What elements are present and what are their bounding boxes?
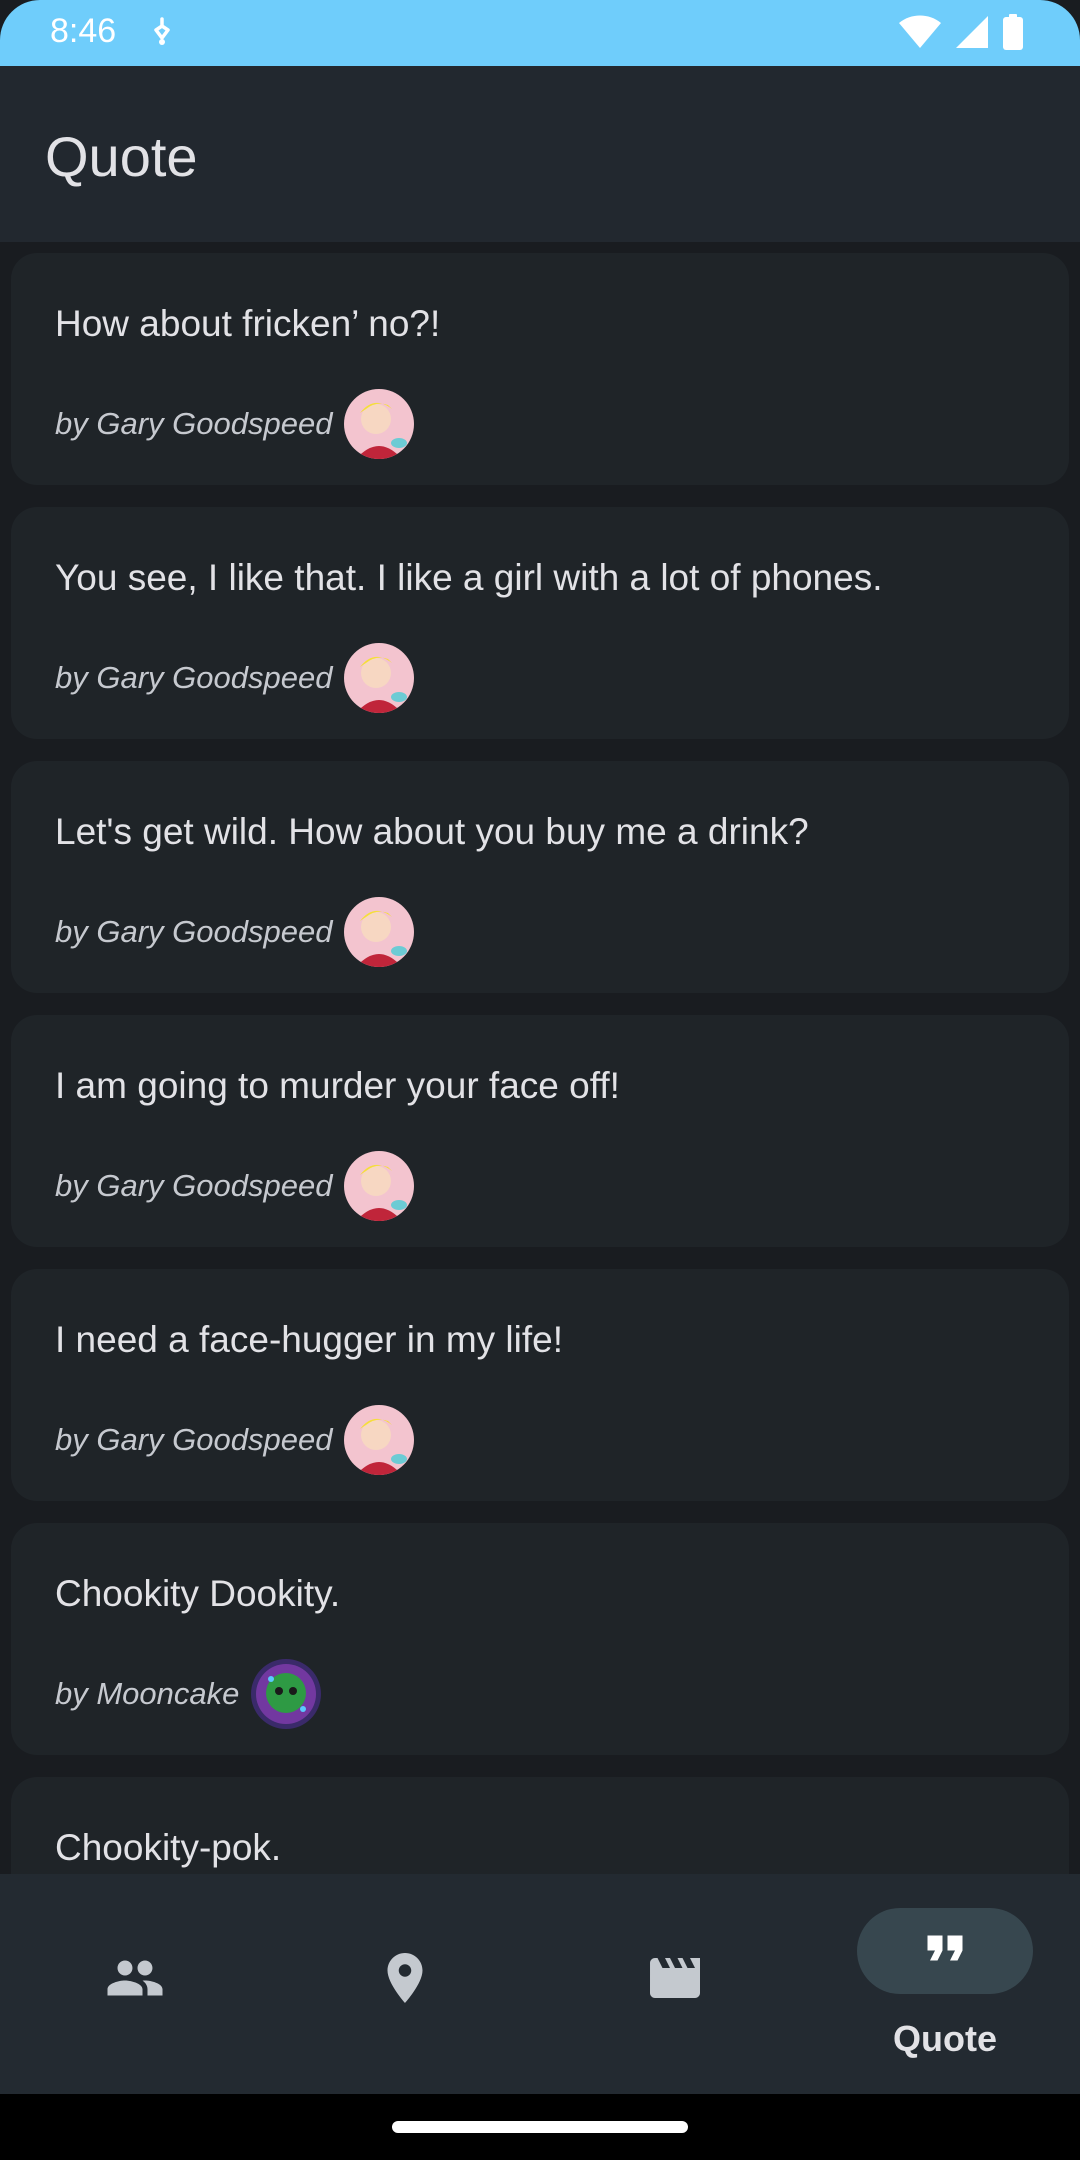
nav-item-characters[interactable] bbox=[0, 1874, 270, 2094]
quote-card[interactable]: You see, I like that. I like a girl with… bbox=[11, 507, 1069, 739]
quote-author-row: by Gary Goodspeed bbox=[55, 389, 415, 459]
quote-card[interactable]: I am going to murder your face off! by G… bbox=[11, 1015, 1069, 1247]
avatar-gary-goodspeed bbox=[344, 389, 415, 459]
status-time: 8:46 bbox=[50, 12, 117, 50]
status-bar: 8:46 bbox=[0, 0, 1080, 66]
quote-text: You see, I like that. I like a girl with… bbox=[55, 557, 883, 598]
people-icon bbox=[107, 1960, 163, 1996]
top-app-bar: Quote bbox=[0, 66, 1080, 242]
quote-author: by Gary Goodspeed bbox=[55, 914, 333, 949]
quote-author-row: by Gary Goodspeed bbox=[55, 1405, 415, 1475]
quote-text: Let's get wild. How about you buy me a d… bbox=[55, 811, 809, 852]
cellular-signal-icon bbox=[956, 16, 988, 48]
quote-text: I need a face-hugger in my life! bbox=[55, 1319, 564, 1360]
quote-author-row: by Gary Goodspeed bbox=[55, 1151, 415, 1221]
quote-card[interactable]: Chookity-pok. bbox=[11, 1777, 1069, 1874]
bottom-navigation: Quote bbox=[0, 1874, 1080, 2094]
home-indicator[interactable] bbox=[392, 2121, 688, 2133]
quote-card[interactable]: I need a face-hugger in my life! by Gary… bbox=[11, 1269, 1069, 1501]
quote-text: Chookity-pok. bbox=[55, 1827, 282, 1868]
quote-author: by Mooncake bbox=[55, 1676, 240, 1711]
avatar-gary-goodspeed bbox=[344, 1405, 415, 1475]
nav-item-locations[interactable] bbox=[270, 1874, 540, 2094]
quote-icon bbox=[927, 1935, 963, 1961]
quote-card[interactable]: Chookity Dookity. by Mooncake bbox=[11, 1523, 1069, 1755]
nav-item-episodes[interactable] bbox=[540, 1874, 810, 2094]
avatar-gary-goodspeed bbox=[344, 897, 415, 967]
quote-author-row: by Gary Goodspeed bbox=[55, 897, 415, 967]
nav-label-quote: Quote bbox=[893, 2018, 997, 2059]
page-title: Quote bbox=[45, 125, 198, 188]
avatar-gary-goodspeed bbox=[344, 643, 415, 713]
quote-author-row: by Gary Goodspeed bbox=[55, 643, 415, 713]
quote-author-row: by Mooncake bbox=[55, 1659, 322, 1729]
avatar-mooncake bbox=[251, 1659, 322, 1729]
quote-author: by Gary Goodspeed bbox=[55, 1422, 333, 1457]
quote-list[interactable]: How about fricken’ no?! by Gary Goodspee… bbox=[0, 242, 1080, 1874]
avatar-gary-goodspeed bbox=[344, 1151, 415, 1221]
location-pin-icon bbox=[387, 1953, 423, 2003]
quote-text: How about fricken’ no?! bbox=[55, 303, 441, 344]
wifi-icon bbox=[899, 15, 941, 48]
quote-text: I am going to murder your face off! bbox=[55, 1065, 620, 1106]
notification-app-icon bbox=[154, 17, 170, 45]
quote-author: by Gary Goodspeed bbox=[55, 406, 333, 441]
movie-icon bbox=[650, 1958, 700, 1998]
quote-card[interactable]: How about fricken’ no?! by Gary Goodspee… bbox=[11, 253, 1069, 485]
quote-text: Chookity Dookity. bbox=[55, 1573, 341, 1614]
quote-author: by Gary Goodspeed bbox=[55, 1168, 333, 1203]
nav-item-quote[interactable]: Quote bbox=[810, 1874, 1080, 2094]
quote-card[interactable]: Let's get wild. How about you buy me a d… bbox=[11, 761, 1069, 993]
battery-icon bbox=[1003, 14, 1023, 50]
quote-author: by Gary Goodspeed bbox=[55, 660, 333, 695]
gesture-navigation-bar bbox=[0, 2094, 1080, 2160]
